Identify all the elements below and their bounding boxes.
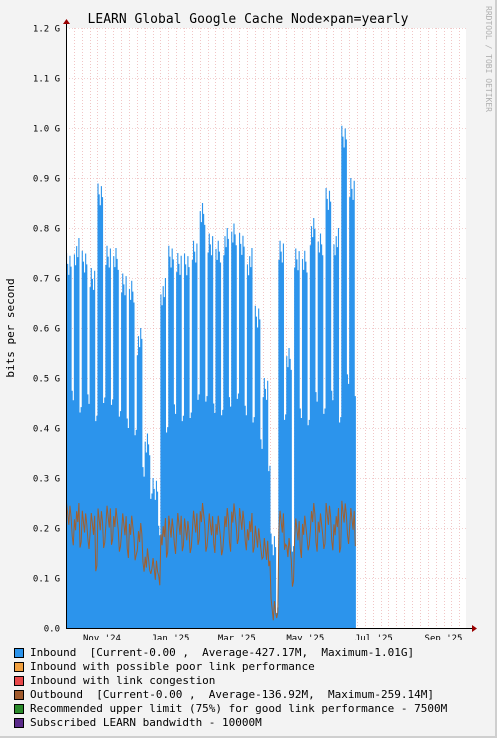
chart-title: LEARN Global Google Cache Node×pan=yearl… <box>88 12 409 27</box>
y-tick-label: 0.1 G <box>33 575 60 585</box>
x-tick-label: Nov '24 <box>83 634 121 640</box>
y-tick-label: 0.0 <box>44 625 60 635</box>
y-tick-label: 0.7 G <box>33 275 60 285</box>
legend-item-inbound: Inbound [Current-0.00 , Average-427.17M,… <box>14 646 447 660</box>
subscribed-swatch <box>14 718 24 728</box>
y-tick-label: 1.0 G <box>33 125 60 135</box>
x-tick-label: May '25 <box>286 634 324 640</box>
legend-item-inbound-congestion: Inbound with link congestion <box>14 674 447 688</box>
y-tick-label: 0.8 G <box>33 225 60 235</box>
y-tick-label: 0.9 G <box>33 175 60 185</box>
x-tick-label: Mar '25 <box>218 634 256 640</box>
legend: Inbound [Current-0.00 , Average-427.17M,… <box>14 646 447 730</box>
inbound-congestion-swatch <box>14 676 24 686</box>
watermark: RRDTOOL / TOBI OETIKER <box>484 6 493 112</box>
y-axis-arrow <box>63 19 70 24</box>
x-tick-label: Jul '25 <box>355 634 393 640</box>
y-tick-label: 0.5 G <box>33 375 60 385</box>
y-tick-label: 0.3 G <box>33 475 60 485</box>
upper-limit-swatch <box>14 704 24 714</box>
y-axis-label: bits per second <box>4 278 17 377</box>
y-tick-label: 0.4 G <box>33 425 60 435</box>
y-tick-label: 0.6 G <box>33 325 60 335</box>
legend-item-subscribed: Subscribed LEARN bandwidth - 10000M <box>14 716 447 730</box>
legend-item-outbound: Outbound [Current-0.00 , Average-136.92M… <box>14 688 447 702</box>
outbound-swatch <box>14 690 24 700</box>
inbound-poor-swatch <box>14 662 24 672</box>
y-tick-label: 1.1 G <box>33 75 60 85</box>
y-tick-label: 0.2 G <box>33 525 60 535</box>
legend-item-upper-limit: Recommended upper limit (75%) for good l… <box>14 702 447 716</box>
inbound-swatch <box>14 648 24 658</box>
x-tick-label: Sep '25 <box>425 634 463 640</box>
x-axis-arrow <box>472 625 477 632</box>
chart: LEARN Global Google Cache Node×pan=yearl… <box>4 6 493 640</box>
x-tick-label: Jan '25 <box>152 634 190 640</box>
y-tick-label: 1.2 G <box>33 25 60 35</box>
legend-item-inbound-poor: Inbound with possible poor link performa… <box>14 660 447 674</box>
